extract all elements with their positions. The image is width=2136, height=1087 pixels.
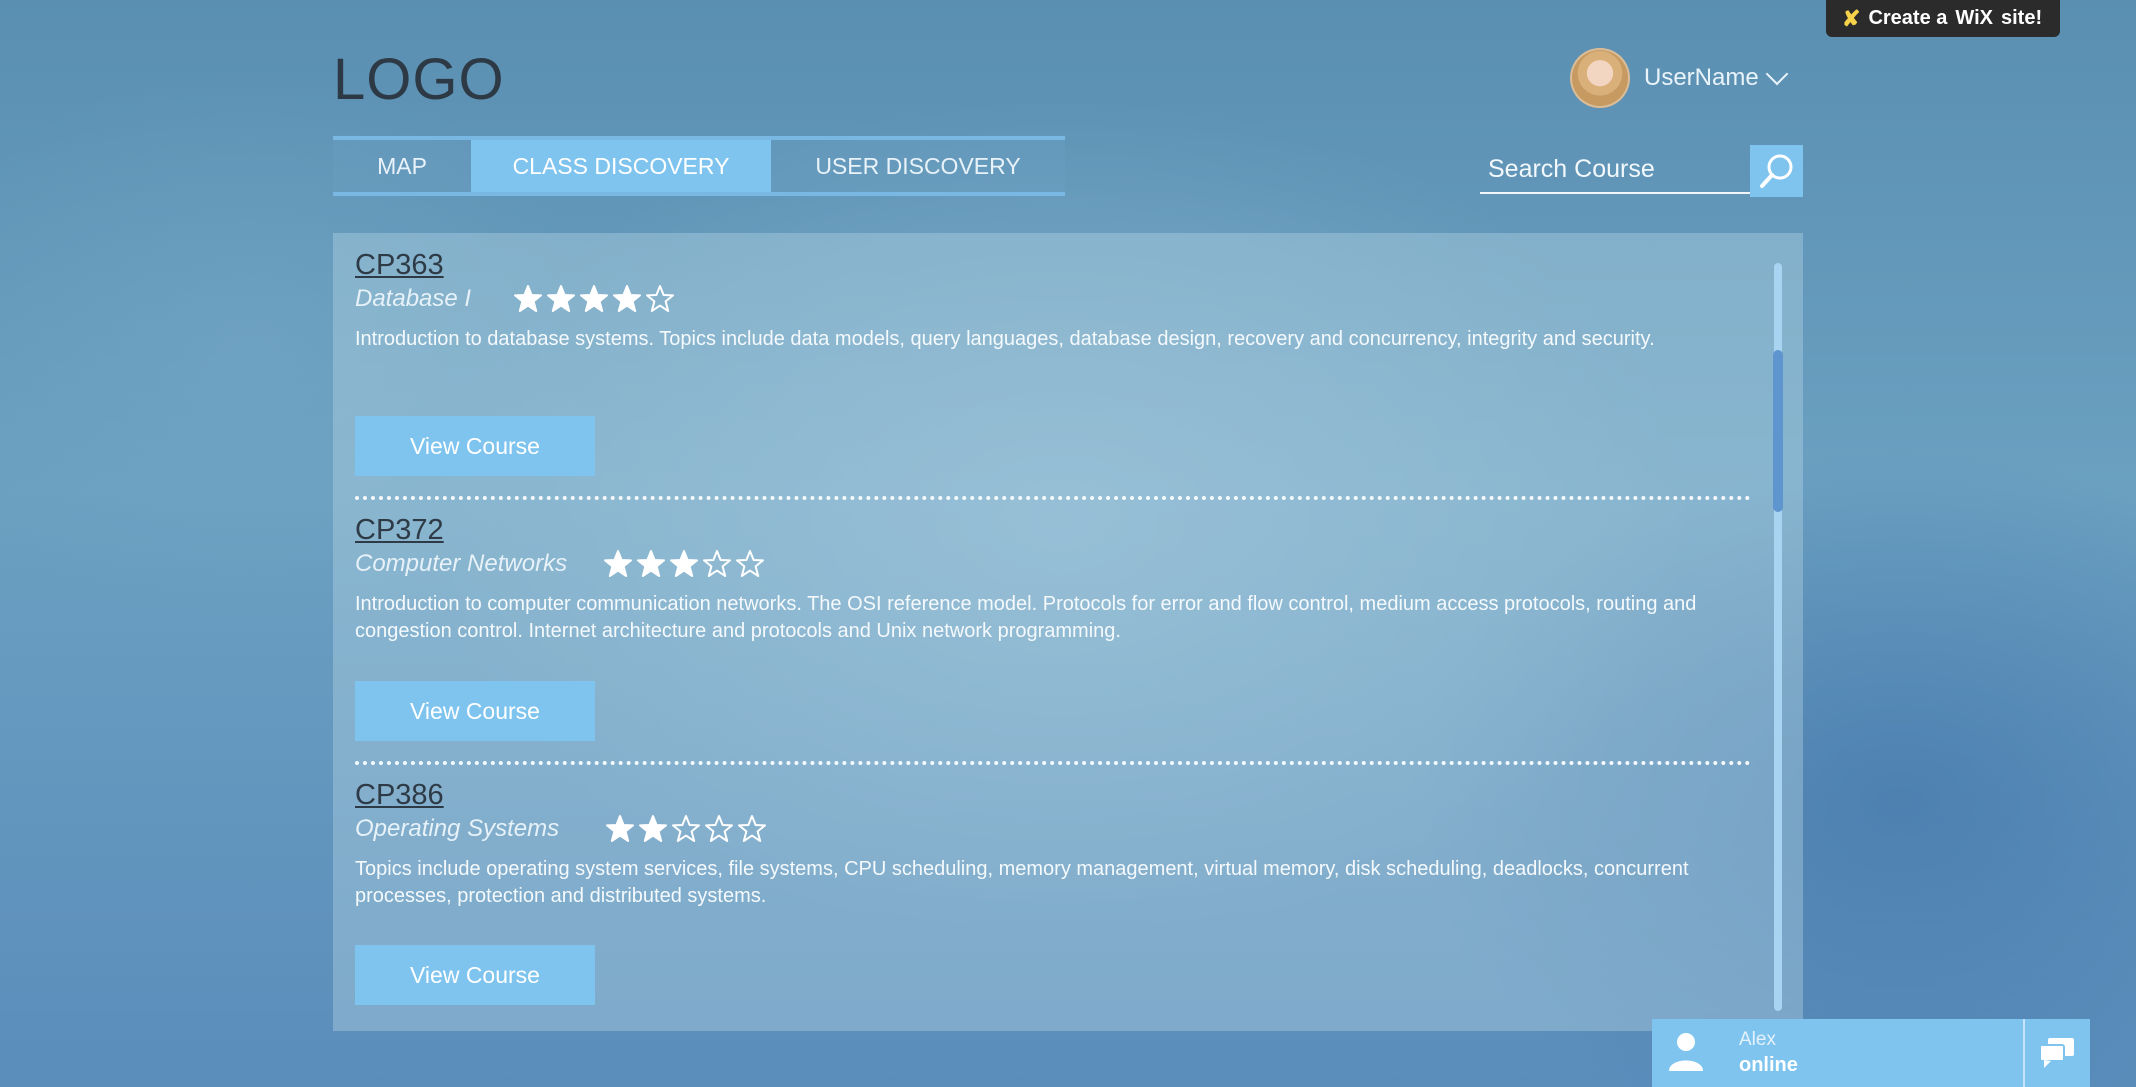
view-course-button[interactable]: View Course xyxy=(355,416,595,476)
user-silhouette-icon xyxy=(1669,1033,1703,1071)
course-item: CP372 Computer Networks Introduction to … xyxy=(355,514,1755,645)
username-label[interactable]: UserName xyxy=(1644,64,1759,92)
star-empty-icon xyxy=(736,550,765,577)
star-filled-icon xyxy=(613,285,642,312)
search-icon xyxy=(1759,154,1792,188)
star-rating xyxy=(603,549,765,579)
chat-bubble-icon[interactable] xyxy=(2038,1036,2076,1070)
course-list-panel: CP363 Database I Introduction to databas… xyxy=(333,233,1803,1031)
course-code-link[interactable]: CP386 xyxy=(355,779,444,812)
tab-class-discovery[interactable]: CLASS DISCOVERY xyxy=(471,140,771,192)
user-menu[interactable]: UserName xyxy=(1570,48,1789,108)
course-description: Introduction to database systems. Topics… xyxy=(355,328,1655,350)
tab-user-discovery[interactable]: USER DISCOVERY xyxy=(771,140,1065,192)
star-filled-icon xyxy=(604,550,633,577)
course-item: CP363 Database I Introduction to databas… xyxy=(355,249,1755,353)
view-course-button[interactable]: View Course xyxy=(355,681,595,741)
scrollbar-thumb[interactable] xyxy=(1773,350,1783,512)
wix-logo-icon: ✘ xyxy=(1842,5,1861,31)
chat-status: online xyxy=(1739,1054,1798,1076)
wix-badge-brand: WiX xyxy=(1955,7,1993,29)
star-filled-icon xyxy=(606,815,635,842)
course-name: Database I xyxy=(355,285,472,312)
star-filled-icon xyxy=(670,550,699,577)
course-code-link[interactable]: CP363 xyxy=(355,249,444,282)
star-filled-icon xyxy=(639,815,668,842)
view-course-button[interactable]: View Course xyxy=(355,945,595,1005)
search-course-input[interactable] xyxy=(1480,146,1750,194)
main-tabs: MAP CLASS DISCOVERY USER DISCOVERY xyxy=(333,136,1065,196)
star-empty-icon xyxy=(705,815,734,842)
star-empty-icon xyxy=(672,815,701,842)
course-code-link[interactable]: CP372 xyxy=(355,514,444,547)
course-name: Operating Systems xyxy=(355,815,560,842)
course-description: Introduction to computer communication n… xyxy=(355,593,1697,642)
divider xyxy=(355,761,1751,765)
star-rating xyxy=(513,284,675,314)
course-description: Topics include operating system services… xyxy=(355,858,1689,907)
wix-badge-prefix: Create a xyxy=(1868,7,1948,29)
divider xyxy=(355,496,1751,500)
star-empty-icon xyxy=(703,550,732,577)
star-filled-icon xyxy=(580,285,609,312)
search-button[interactable] xyxy=(1750,145,1803,197)
chat-contact-name: Alex xyxy=(1739,1029,1776,1050)
course-item: CP386 Operating Systems Topics include o… xyxy=(355,779,1755,910)
site-logo[interactable]: LOGO xyxy=(333,46,505,113)
avatar[interactable] xyxy=(1570,48,1630,108)
star-filled-icon xyxy=(514,285,543,312)
star-filled-icon xyxy=(637,550,666,577)
star-empty-icon xyxy=(646,285,675,312)
course-name: Computer Networks xyxy=(355,550,568,577)
star-filled-icon xyxy=(547,285,576,312)
star-rating xyxy=(605,814,767,844)
tab-map[interactable]: MAP xyxy=(333,140,471,192)
create-wix-site-badge[interactable]: ✘ Create a WiX site! xyxy=(1826,0,2060,37)
wix-badge-suffix: site! xyxy=(2000,7,2043,29)
star-empty-icon xyxy=(738,815,767,842)
chevron-down-icon[interactable] xyxy=(1765,62,1789,86)
chat-divider xyxy=(2023,1019,2025,1087)
